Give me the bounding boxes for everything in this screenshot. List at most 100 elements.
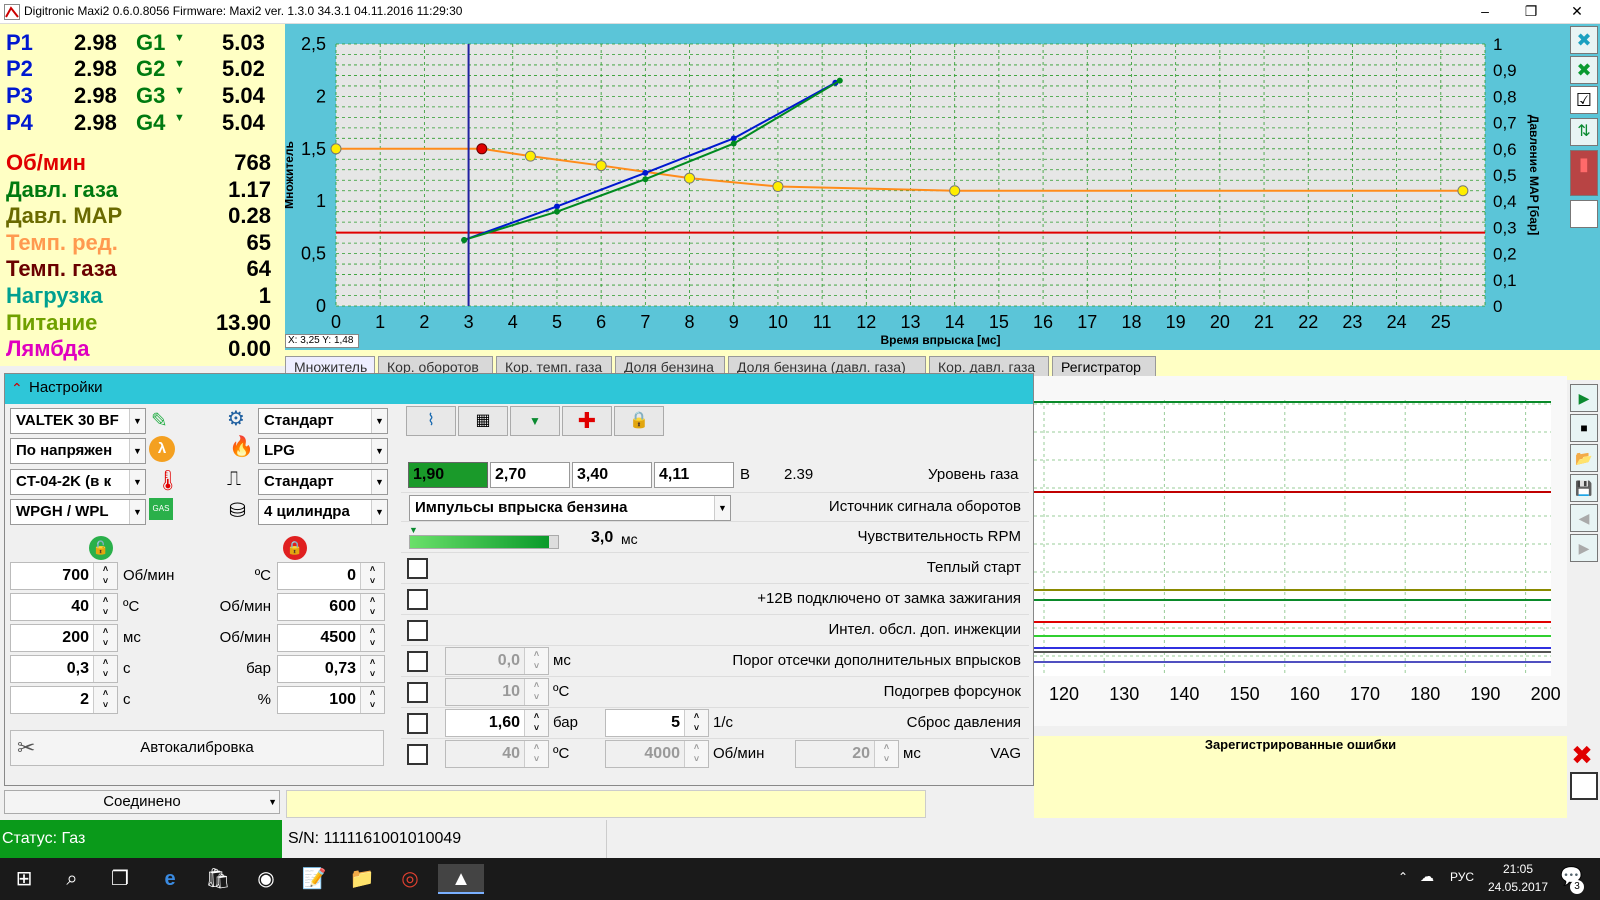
explorer-icon[interactable]: 📁 (342, 864, 382, 894)
tray-chevron-icon[interactable]: ⌃ (1398, 870, 1408, 884)
gas-injector-icon[interactable]: ▼ (510, 406, 560, 436)
warm-start-checkbox[interactable] (407, 558, 428, 579)
close-window-button[interactable]: ✕ (1554, 0, 1600, 24)
spin-arrows-icon[interactable]: ˄ ˅ (93, 656, 117, 682)
store-icon[interactable]: 🛍 (198, 864, 238, 894)
gas-sensor-select[interactable]: WPGH / WPL ▼ (10, 499, 146, 525)
injector-settings-icon[interactable]: ⌇ (406, 406, 456, 436)
autocalibration-button[interactable]: ✂ Автокалибровка (10, 730, 384, 766)
next-icon[interactable]: ▶ (1570, 534, 1598, 562)
language-indicator[interactable]: РУС (1450, 870, 1474, 884)
slider-thumb-icon[interactable]: ▼ (409, 525, 559, 535)
vag-time-input[interactable]: 20 ˄ ˅ (795, 740, 899, 768)
clear-green-icon[interactable]: ✖ (1570, 56, 1598, 84)
rpm-sensitivity-slider[interactable] (409, 535, 559, 549)
lambda-type-select[interactable]: По напряжен ▼ (10, 438, 146, 464)
cutoff-input[interactable]: 0,0 ˄ ˅ (445, 647, 549, 675)
collapse-icon[interactable]: ⌃ (11, 374, 23, 402)
checkbox-icon[interactable]: ☑ (1570, 86, 1598, 114)
right-param-input[interactable]: 600 ˄ ˅ (277, 593, 385, 621)
left-param-input[interactable]: 700 ˄ ˅ (10, 562, 118, 590)
search-icon[interactable]: ⌕ (52, 864, 92, 894)
vag-checkbox[interactable] (407, 744, 428, 765)
clear-errors-icon[interactable]: ✖ (1567, 740, 1597, 770)
gas-level-1[interactable]: 1,90 (408, 462, 488, 488)
maximize-button[interactable]: ❐ (1508, 0, 1554, 24)
left-param-input[interactable]: 2 ˄ ˅ (10, 686, 118, 714)
injector-heating-checkbox[interactable] (407, 682, 428, 703)
spin-arrows-icon[interactable]: ˄ ˅ (524, 741, 548, 767)
multiplier-chart[interactable]: 0 1 2 3 4 5 6 7 8 9 10 11 12 13 14 15 16 17 18 19 20 21 22 23 24… (282, 24, 1567, 350)
task-view-icon[interactable]: ❐ (100, 864, 140, 894)
clock-time[interactable]: 21:05 (1488, 862, 1548, 876)
rpm-source-select[interactable]: Импульсы впрыска бензина ▼ (409, 495, 731, 521)
lock-red-icon[interactable]: 🔒 (614, 406, 664, 436)
notepad-icon[interactable]: 📝 (294, 864, 334, 894)
cylinders-select[interactable]: 4 цилиндра ▼ (258, 499, 388, 525)
temp-sensor-select[interactable]: CT-04-2K (в к ▼ (10, 469, 146, 495)
stop-icon[interactable]: ■ (1570, 414, 1598, 442)
vag-rpm-input[interactable]: 4000 ˄ ˅ (605, 740, 709, 768)
spin-arrows-icon[interactable]: ˄ ˅ (360, 687, 384, 713)
spin-arrows-icon[interactable]: ˄ ˅ (524, 710, 548, 736)
spin-arrows-icon[interactable]: ˄ ˅ (93, 594, 117, 620)
mode-select[interactable]: Стандарт ▼ (258, 408, 388, 434)
right-param-input[interactable]: 0 ˄ ˅ (277, 562, 385, 590)
start-icon[interactable]: ⊞ (4, 864, 44, 894)
spin-arrows-icon[interactable]: ˄ ˅ (93, 563, 117, 589)
spin-arrows-icon[interactable]: ˄ ˅ (360, 625, 384, 651)
spin-arrows-icon[interactable]: ˄ ˅ (93, 625, 117, 651)
autocorrect-icon[interactable]: ⇅ (1570, 118, 1598, 146)
edge-icon[interactable]: e (150, 864, 190, 894)
gas-level-3[interactable]: 3,40 (572, 462, 652, 488)
spin-arrows-icon[interactable]: ˄ ˅ (93, 687, 117, 713)
save-icon[interactable]: 💾 (1570, 474, 1598, 502)
open-folder-icon[interactable]: 📂 (1570, 444, 1598, 472)
spin-arrows-icon[interactable]: ˄ ˅ (524, 679, 548, 705)
right-param-input[interactable]: 4500 ˄ ˅ (277, 624, 385, 652)
spin-arrows-icon[interactable]: ˄ ˅ (360, 656, 384, 682)
errors-box-icon[interactable] (1570, 772, 1598, 800)
add-red-icon[interactable]: ✚ (562, 406, 612, 436)
tab-recorder[interactable]: Регистратор (1052, 356, 1156, 378)
pressure-reset-checkbox[interactable] (407, 713, 428, 734)
recorder-chart[interactable] (1034, 400, 1551, 676)
spin-arrows-icon[interactable]: ˄ ˅ (684, 741, 708, 767)
record-icon[interactable]: ▮ (1570, 150, 1598, 196)
reset-pressure-input[interactable]: 1,60 ˄ ˅ (445, 709, 549, 737)
minimize-button[interactable]: – (1462, 0, 1508, 24)
fuel-select[interactable]: LPG ▼ (258, 438, 388, 464)
cutoff-checkbox[interactable] (407, 651, 428, 672)
ignition-12v-checkbox[interactable] (407, 589, 428, 610)
network-icon[interactable]: ☁ (1420, 868, 1434, 885)
reducer-select[interactable]: VALTEK 30 BF ▼ (10, 408, 146, 434)
empty-box-icon[interactable] (1570, 200, 1598, 228)
play-icon[interactable]: ▶ (1570, 384, 1598, 412)
clock-date[interactable]: 24.05.2017 (1482, 880, 1554, 894)
spin-arrows-icon[interactable]: ˄ ˅ (524, 648, 548, 674)
left-param-input[interactable]: 0,3 ˄ ˅ (10, 655, 118, 683)
connection-select[interactable]: Соединено ▼ (4, 790, 280, 814)
ignition-select[interactable]: Стандарт ▼ (258, 469, 388, 495)
left-param-input[interactable]: 200 ˄ ˅ (10, 624, 118, 652)
gas-level-4[interactable]: 4,11 (654, 462, 734, 488)
stop-button-icon[interactable]: ▦ (458, 406, 508, 436)
spin-arrows-icon[interactable]: ˄ ˅ (360, 563, 384, 589)
spin-arrows-icon[interactable]: ˄ ˅ (874, 741, 898, 767)
right-param-input[interactable]: 0,73 ˄ ˅ (277, 655, 385, 683)
vag-temp-input[interactable]: 40 ˄ ˅ (445, 740, 549, 768)
prev-icon[interactable]: ◀ (1570, 504, 1598, 532)
spin-arrows-icon[interactable]: ˄ ˅ (684, 710, 708, 736)
clear-blue-icon[interactable]: ✖ (1570, 26, 1598, 54)
settings-header[interactable]: ⌃ Настройки (5, 374, 1033, 404)
firefox-icon[interactable]: ◉ (246, 864, 286, 894)
digitronic-app-icon[interactable]: ▲ (438, 864, 484, 894)
left-param-input[interactable]: 40 ˄ ˅ (10, 593, 118, 621)
spin-arrows-icon[interactable]: ˄ ˅ (360, 594, 384, 620)
intel-injection-checkbox[interactable] (407, 620, 428, 641)
gas-level-2[interactable]: 2,70 (490, 462, 570, 488)
reset-rate-input[interactable]: 5 ˄ ˅ (605, 709, 709, 737)
chrome-icon[interactable]: ◎ (390, 864, 430, 894)
heating-input[interactable]: 10 ˄ ˅ (445, 678, 549, 706)
right-param-input[interactable]: 100 ˄ ˅ (277, 686, 385, 714)
